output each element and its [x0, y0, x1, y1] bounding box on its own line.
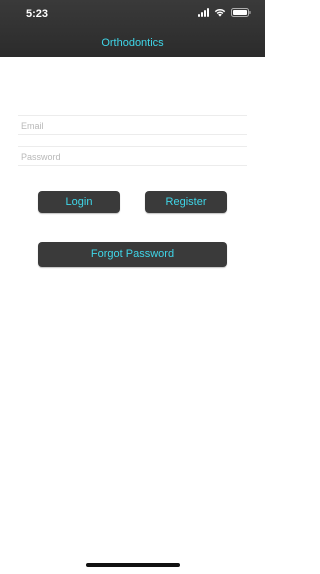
home-indicator: [86, 563, 180, 567]
wifi-icon: [214, 8, 226, 17]
password-field[interactable]: [18, 148, 247, 166]
page-title: Orthodontics: [101, 37, 164, 49]
signal-icon: [198, 8, 209, 17]
password-field-container: [18, 146, 247, 166]
email-field-container: [18, 115, 247, 135]
email-field[interactable]: [18, 117, 247, 135]
status-icons: [198, 8, 251, 17]
login-button[interactable]: Login: [38, 191, 120, 213]
battery-icon: [231, 8, 251, 17]
status-bar: 5:23: [0, 0, 265, 28]
forgot-password-button[interactable]: Forgot Password: [38, 242, 227, 267]
status-time: 5:23: [26, 8, 49, 20]
navigation-header: 5:23 Orthodontics: [0, 0, 265, 57]
register-button[interactable]: Register: [145, 191, 227, 213]
